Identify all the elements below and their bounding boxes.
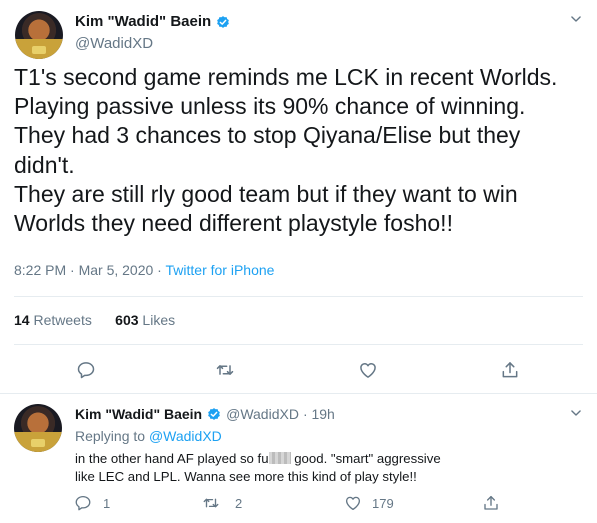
retweets-count: 14: [14, 312, 30, 328]
like-icon[interactable]: [344, 494, 362, 512]
reply-icon[interactable]: [74, 494, 92, 512]
verified-badge-icon: [217, 15, 230, 28]
reply-author-handle[interactable]: @WadidXD: [226, 406, 299, 422]
likes-label: Likes: [142, 312, 176, 328]
retweet-icon[interactable]: [215, 360, 235, 380]
main-tweet-source[interactable]: Twitter for iPhone: [166, 262, 275, 278]
main-tweet-meta: 8:22 PM · Mar 5, 2020 · Twitter for iPho…: [14, 262, 274, 278]
main-tweet-time[interactable]: 8:22 PM · Mar 5, 2020: [14, 262, 153, 278]
chevron-down-icon[interactable]: [569, 406, 583, 420]
main-author-display-name[interactable]: Kim "Wadid" Baein: [75, 13, 211, 30]
like-icon[interactable]: [358, 360, 378, 380]
like-count: 179: [372, 496, 394, 511]
reply-author-avatar[interactable]: [14, 404, 62, 452]
censored-word: [268, 452, 291, 464]
avatar-logo: [32, 45, 46, 55]
main-author-handle[interactable]: @WadidXD: [75, 35, 153, 52]
avatar-logo: [31, 438, 45, 448]
share-icon[interactable]: [500, 360, 520, 380]
divider: [14, 296, 583, 297]
main-tweet-line: They are still rly good team but if they…: [14, 180, 518, 237]
main-tweet-line: They had 3 chances to stop Qiyana/Elise …: [14, 122, 521, 178]
likes-stat[interactable]: 603 Likes: [115, 312, 175, 328]
replying-to-mention[interactable]: @WadidXD: [149, 428, 222, 444]
reply-text-part: in the other hand AF played so fu: [75, 451, 269, 466]
retweets-stat[interactable]: 14 Retweets: [14, 312, 92, 328]
reply-count: 1: [103, 496, 111, 511]
meta-separator: ·: [153, 262, 166, 278]
divider: [0, 393, 597, 394]
share-icon[interactable]: [482, 494, 500, 512]
verified-badge-icon: [208, 408, 220, 420]
replying-to-label: Replying to: [75, 428, 146, 444]
reply-author-display-name[interactable]: Kim "Wadid" Baein: [75, 406, 202, 422]
likes-count: 603: [115, 312, 139, 328]
reply-author-name-line: Kim "Wadid" Baein @WadidXD · 19h: [75, 406, 335, 422]
divider: [14, 344, 583, 345]
main-tweet-text: T1's second game reminds me LCK in recen…: [14, 63, 584, 238]
retweets-label: Retweets: [33, 312, 92, 328]
main-author-name-line: Kim "Wadid" Baein: [75, 13, 231, 30]
main-author-avatar[interactable]: [15, 11, 63, 59]
reply-age[interactable]: · 19h: [303, 406, 335, 422]
chevron-down-icon[interactable]: [569, 12, 583, 26]
retweet-count: 2: [235, 496, 243, 511]
reply-tweet-text: in the other hand AF played so fu good. …: [75, 450, 455, 486]
main-tweet-line: Playing passive unless its 90% chance of…: [14, 93, 526, 120]
reply-icon[interactable]: [76, 360, 96, 380]
replying-to-line: Replying to @WadidXD: [75, 428, 222, 444]
retweet-icon[interactable]: [202, 494, 220, 512]
main-tweet-line: T1's second game reminds me LCK in recen…: [14, 64, 558, 90]
main-tweet-stats: 14 Retweets 603 Likes: [14, 312, 175, 328]
